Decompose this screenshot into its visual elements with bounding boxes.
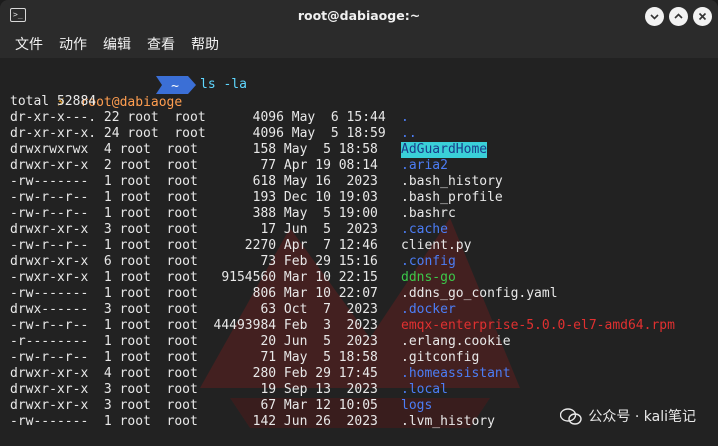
file-name: .docker (401, 302, 456, 317)
file-meta: -rw------- 1 root root 806 Mar 10 22:07 (10, 286, 378, 301)
shell-prompt: ⚡ root@dabiaoge ~ ls -la (10, 76, 247, 110)
chevron-up-icon (674, 13, 683, 19)
file-name: logs (401, 398, 433, 413)
prompt-command: ls -la (200, 77, 247, 92)
file-meta: drwxr-xr-x 4 root root 280 Feb 29 17:45 (10, 366, 378, 381)
file-name: .bashrc (401, 206, 456, 221)
chevron-down-icon (650, 14, 659, 20)
file-meta: drwxr-xr-x 3 root root 19 Sep 13 2023 (10, 382, 378, 397)
file-name: client.py (401, 238, 472, 253)
menu-help[interactable]: 帮助 (191, 34, 219, 54)
file-name: emqx-enterprise-5.0.0-el7-amd64.rpm (401, 318, 675, 333)
file-meta: drwxr-xr-x 3 root root 67 Mar 12 10:05 (10, 398, 378, 413)
close-icon (698, 12, 707, 21)
file-meta: -rw-r--r-- 1 root root 193 Dec 10 19:03 (10, 190, 378, 205)
file-name: .homeassistant (401, 366, 511, 381)
window-title: root@dabiaoge:~ (297, 8, 421, 23)
menu-actions[interactable]: 动作 (59, 34, 87, 54)
prompt-dir-segment: ~ (156, 76, 196, 94)
close-button[interactable] (693, 7, 712, 26)
minimize-button[interactable] (645, 7, 664, 26)
title-bar[interactable]: >_ root@dabiaoge:~ (0, 0, 718, 32)
file-meta: -rw------- 1 root root 142 Jun 26 2023 (10, 414, 378, 429)
maximize-button[interactable] (669, 7, 688, 26)
file-meta: -rw-r--r-- 1 root root 44493984 Feb 3 20… (10, 318, 378, 333)
file-name: .lvm_history (401, 414, 495, 429)
file-meta: -rw------- 1 root root 618 May 16 2023 (10, 174, 378, 189)
file-name: ddns-go (401, 270, 456, 285)
file-meta: -rw-r--r-- 1 root root 388 May 5 19:00 (10, 206, 378, 221)
file-name: .. (401, 126, 417, 141)
prompt-dir: ~ (171, 79, 179, 94)
file-name: .gitconfig (401, 350, 480, 365)
file-name: .config (401, 254, 456, 269)
file-name: .ddns_go_config.yaml (401, 286, 558, 301)
wechat-watermark: 公众号 · kali笔记 (560, 406, 696, 426)
file-meta: drwxr-xr-x 6 root root 73 Feb 29 15:16 (10, 254, 378, 269)
watermark-text: 公众号 · kali笔记 (588, 409, 696, 425)
file-meta: dr-xr-xr-x. 24 root root 4096 May 5 18:5… (10, 126, 386, 141)
file-meta: drwxr-xr-x 2 root root 77 Apr 19 08:14 (10, 158, 378, 173)
file-meta: -r-------- 1 root root 20 Jun 5 2023 (10, 334, 378, 349)
file-name: .local (401, 382, 448, 397)
file-name: .aria2 (401, 158, 448, 173)
file-name: .bash_profile (401, 190, 503, 205)
file-meta: drwxrwxrwx 4 root root 158 May 5 18:58 (10, 142, 378, 157)
file-name: .erlang.cookie (401, 334, 511, 349)
wechat-icon (560, 408, 583, 425)
file-name: . (401, 110, 409, 125)
file-name: AdGuardHome (401, 142, 488, 158)
file-meta: drwxr-xr-x 3 root root 17 Jun 5 2023 (10, 222, 378, 237)
file-meta: -rwxr-xr-x 1 root root 9154560 Mar 10 22… (10, 270, 378, 285)
file-name: .cache (401, 222, 448, 237)
menu-edit[interactable]: 编辑 (103, 34, 131, 54)
menu-view[interactable]: 查看 (147, 34, 175, 54)
file-meta: drwx------ 3 root root 63 Oct 7 2023 (10, 302, 378, 317)
terminal-output[interactable]: ⚡ root@dabiaoge ~ ls -la total 52884 dr-… (0, 58, 718, 446)
terminal-window: >_ root@dabiaoge:~ 文件 动作 编辑 查看 帮助 ⚡ root… (0, 0, 718, 446)
file-name: .bash_history (401, 174, 503, 189)
menu-bar: 文件 动作 编辑 查看 帮助 (0, 32, 718, 58)
file-meta: dr-xr-x---. 22 root root 4096 May 6 15:4… (10, 110, 386, 125)
menu-file[interactable]: 文件 (15, 34, 43, 54)
file-meta: -rw-r--r-- 1 root root 71 May 5 18:58 (10, 350, 378, 365)
file-meta: -rw-r--r-- 1 root root 2270 Apr 7 12:46 (10, 238, 378, 253)
